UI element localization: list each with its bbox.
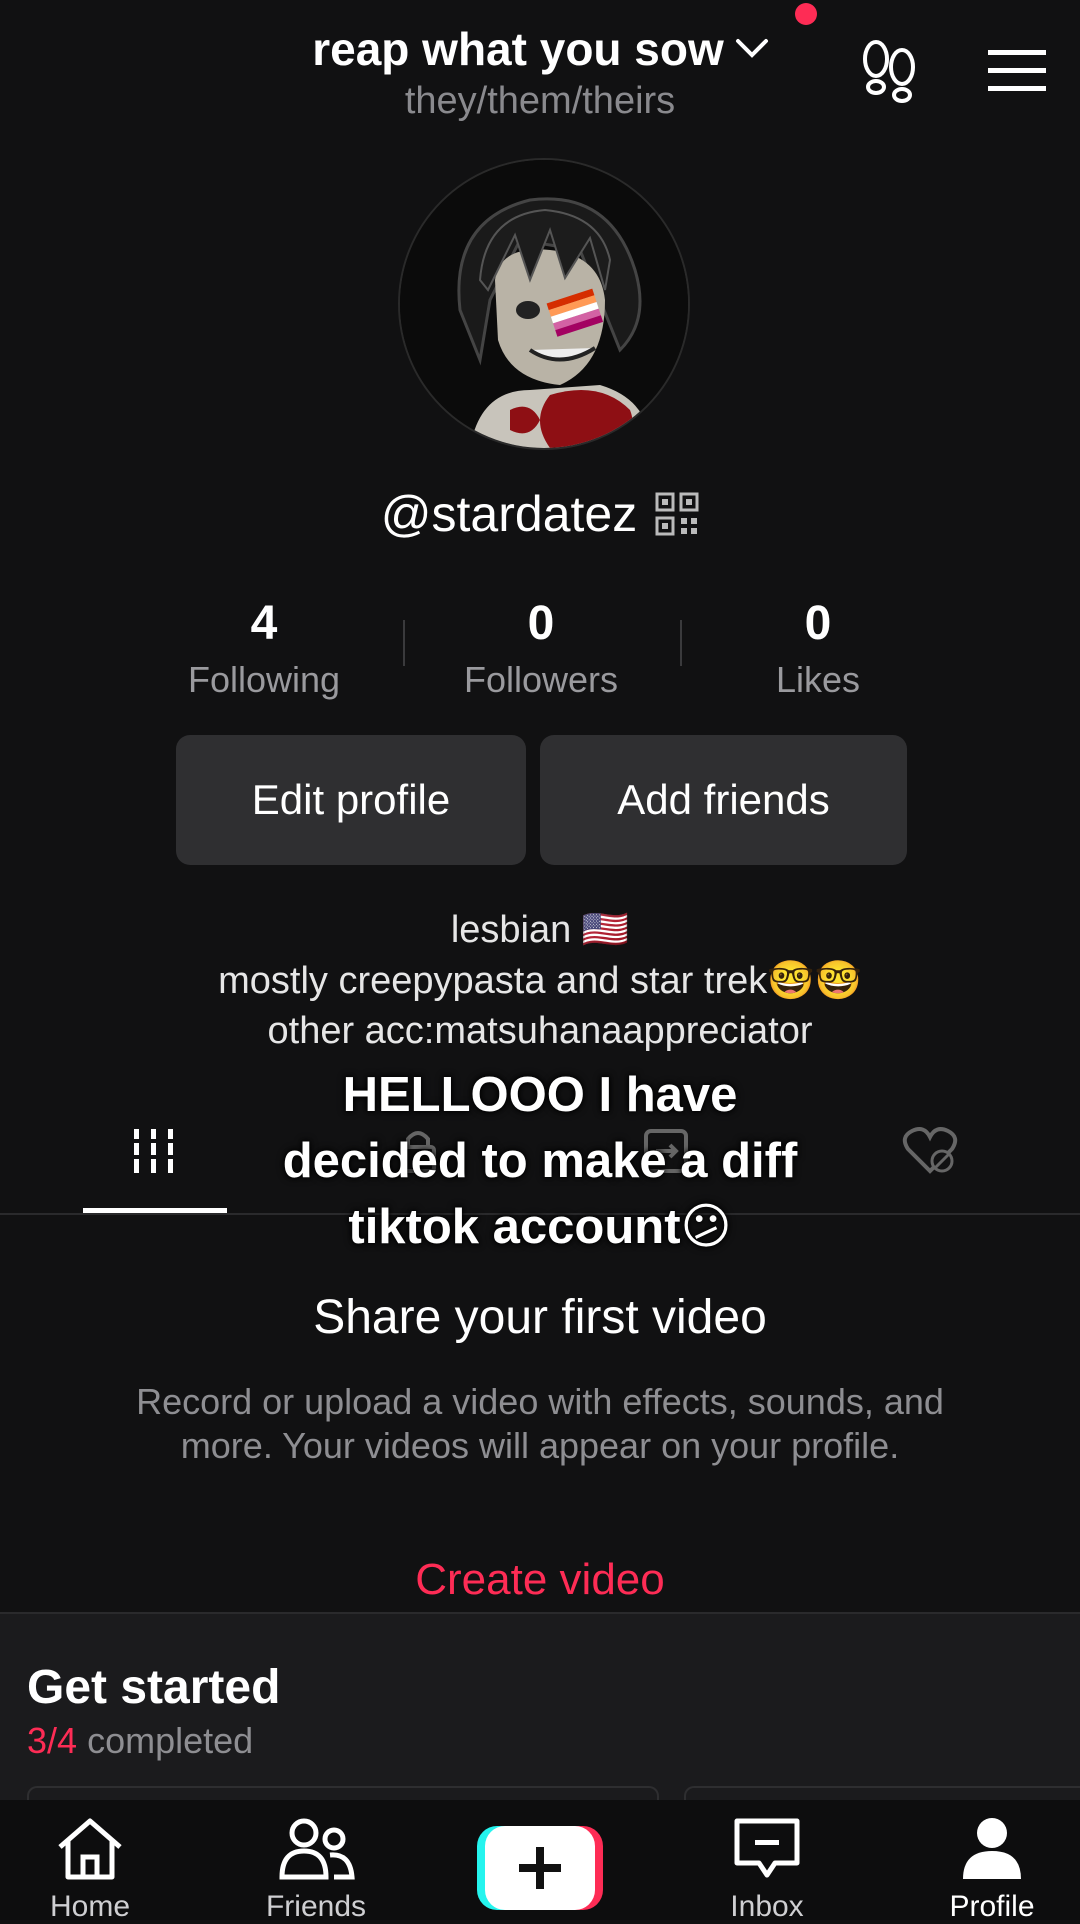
nav-label: Inbox — [730, 1890, 804, 1923]
footprints-button[interactable] — [855, 35, 923, 105]
following-label: Following — [187, 659, 341, 700]
get-started-progress: 3/4 completed — [27, 1720, 253, 1762]
progress-suffix: completed — [87, 1720, 254, 1761]
stat-divider — [680, 620, 682, 666]
nav-label: Home — [49, 1890, 131, 1923]
nav-friends[interactable]: Friends — [226, 1815, 406, 1924]
following-count: 4 — [250, 597, 278, 650]
caption-line: tiktok account😕 — [348, 1200, 732, 1254]
hidden-heart-icon — [902, 1127, 958, 1174]
chevron-down-icon — [735, 39, 768, 58]
inbox-icon — [734, 1818, 800, 1878]
likes-count: 0 — [804, 597, 832, 650]
overlay-caption: HELLOOO I have decided to make a diff ti… — [200, 1062, 880, 1260]
nav-home[interactable]: Home — [0, 1815, 180, 1924]
likes-label: Likes — [775, 659, 861, 700]
grid-icon — [130, 1129, 178, 1173]
caption-line: HELLOOO I have — [342, 1068, 738, 1122]
notification-dot — [795, 3, 817, 25]
bio-line: other acc:matsuhanaappreciator — [267, 1010, 813, 1052]
hamburger-menu-icon — [988, 50, 1046, 91]
create-button[interactable] — [477, 1826, 605, 1910]
qr-code-icon[interactable] — [655, 492, 699, 536]
tab-liked[interactable] — [900, 1125, 960, 1182]
empty-state-description: Record or upload a video with effects, s… — [136, 1381, 944, 1466]
add-friends-button[interactable]: Add friends — [540, 735, 907, 865]
create-video-button[interactable]: Create video — [0, 1555, 1080, 1605]
username: @stardatez — [380, 486, 638, 542]
followers-count: 0 — [527, 597, 555, 650]
nav-inbox[interactable]: Inbox — [677, 1815, 857, 1924]
get-started-title: Get started — [27, 1661, 281, 1714]
bio-line: mostly creepypasta and star trek🤓🤓 — [218, 960, 862, 1002]
avatar-illustration — [400, 160, 688, 448]
home-icon — [58, 1818, 122, 1880]
friends-icon — [279, 1818, 355, 1880]
username-row: @stardatez — [0, 485, 1080, 543]
tab-videos[interactable] — [128, 1125, 180, 1182]
stat-followers[interactable]: 0 Followers — [421, 596, 661, 701]
avatar[interactable] — [398, 158, 690, 450]
caption-line: decided to make a diff — [282, 1134, 798, 1188]
nav-label: Friends — [265, 1890, 367, 1923]
menu-button[interactable] — [985, 42, 1049, 98]
stat-following[interactable]: 4 Following — [144, 596, 384, 701]
create-button-face — [485, 1826, 595, 1910]
nav-profile[interactable]: Profile — [902, 1815, 1080, 1924]
profile-icon — [963, 1818, 1021, 1879]
stat-likes[interactable]: 0 Likes — [698, 596, 938, 701]
edit-profile-button[interactable]: Edit profile — [176, 735, 526, 865]
nav-label: Profile — [949, 1890, 1035, 1923]
stat-divider — [403, 620, 405, 666]
account-name: reap what you sow — [312, 23, 724, 75]
plus-icon — [519, 1847, 561, 1889]
bio-line: lesbian 🇺🇸 — [450, 909, 630, 951]
footprints-icon — [863, 40, 915, 103]
empty-state-title: Share your first video — [313, 1291, 767, 1344]
progress-count: 3/4 — [27, 1720, 78, 1761]
followers-label: Followers — [463, 659, 619, 700]
